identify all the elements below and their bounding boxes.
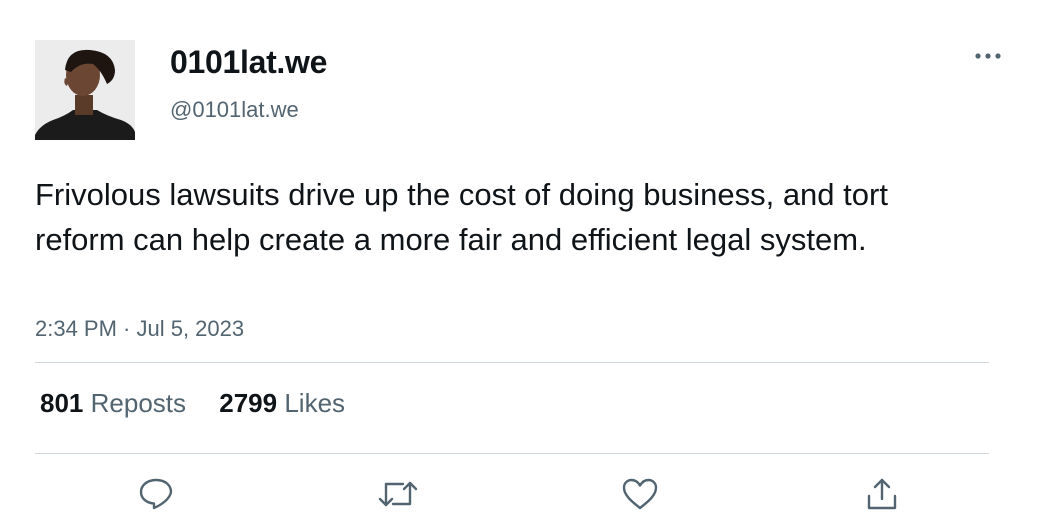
like-button[interactable] (618, 474, 662, 514)
avatar[interactable] (35, 40, 135, 140)
reply-button[interactable] (134, 474, 178, 514)
share-icon (867, 478, 897, 510)
reposts-label: Reposts (90, 388, 187, 418)
share-button[interactable] (860, 474, 904, 514)
tweet-text: Frivolous lawsuits drive up the cost of … (35, 177, 888, 257)
tweet-timestamp[interactable]: 2:34 PM · Jul 5, 2023 (35, 316, 244, 342)
more-horizontal-icon (975, 53, 1001, 59)
repost-icon (378, 481, 418, 507)
user-handle[interactable]: @0101lat.we (170, 97, 299, 123)
heart-icon (622, 478, 658, 510)
reposts-stat[interactable]: 801 Reposts (40, 388, 186, 419)
likes-stat[interactable]: 2799 Likes (219, 388, 345, 419)
engagement-stats: 801 Reposts 2799 Likes (40, 388, 345, 419)
likes-count: 2799 (219, 388, 278, 418)
reposts-count: 801 (40, 388, 84, 418)
likes-label: Likes (284, 388, 346, 418)
repost-button[interactable] (376, 474, 420, 514)
display-name[interactable]: 0101lat.we (170, 44, 327, 81)
divider (35, 362, 989, 363)
divider (35, 453, 989, 454)
reply-icon (139, 478, 173, 510)
more-options-button[interactable] (972, 46, 1004, 66)
